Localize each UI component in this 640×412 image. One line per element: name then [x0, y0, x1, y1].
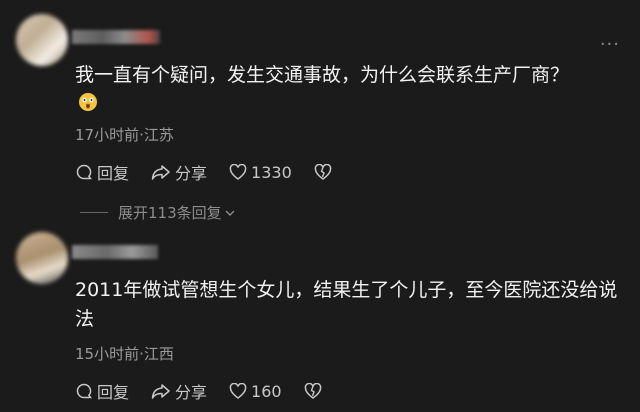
- comment-actions: 回复 分享 1330: [75, 160, 358, 184]
- like-count: 160: [251, 381, 282, 401]
- comment-meta: 15小时前·江西: [75, 345, 174, 363]
- share-icon: [151, 384, 170, 399]
- astonished-emoji-icon: [79, 93, 97, 111]
- like-button[interactable]: 1330: [229, 163, 292, 182]
- username-blurred[interactable]: [72, 30, 160, 44]
- share-label: 分享: [175, 383, 208, 402]
- avatar[interactable]: [16, 232, 68, 284]
- broken-heart-icon: [314, 164, 332, 180]
- divider: [80, 212, 108, 213]
- comment-text: 2011年做试管想生个女儿，结果生了个儿子，至今医院还没给说法: [75, 279, 618, 330]
- reply-label: 回复: [97, 164, 130, 183]
- share-icon: [151, 165, 170, 180]
- comment-actions: 回复 分享 160: [75, 379, 348, 403]
- share-label: 分享: [175, 164, 208, 183]
- comment-meta: 17小时前·江苏: [75, 126, 174, 144]
- share-button[interactable]: 分享: [151, 160, 207, 184]
- reply-icon: [76, 164, 92, 180]
- reply-label: 回复: [97, 383, 130, 402]
- like-button[interactable]: 160: [229, 382, 282, 401]
- reply-icon: [76, 383, 92, 399]
- avatar[interactable]: [16, 14, 68, 66]
- expand-replies-button[interactable]: 展开113条回复: [80, 202, 236, 223]
- more-options-icon[interactable]: ···: [600, 36, 620, 54]
- expand-replies-label: 展开113条回复: [118, 204, 222, 222]
- like-count: 1330: [251, 162, 292, 182]
- heart-icon: [229, 164, 247, 180]
- heart-icon: [229, 383, 247, 399]
- dislike-button[interactable]: [304, 383, 326, 399]
- dislike-button[interactable]: [314, 164, 336, 180]
- comment-list: ··· 我一直有个疑问，发生交通事故，为什么会联系生产厂商？ 17小时前·江苏 …: [0, 0, 640, 412]
- reply-button[interactable]: 回复: [75, 160, 129, 184]
- comment-text: 我一直有个疑问，发生交通事故，为什么会联系生产厂商？: [75, 64, 570, 86]
- username-blurred[interactable]: [72, 245, 158, 259]
- chevron-down-icon: [225, 210, 235, 216]
- reply-button[interactable]: 回复: [75, 379, 129, 403]
- broken-heart-icon: [304, 383, 321, 399]
- share-button[interactable]: 分享: [151, 379, 207, 403]
